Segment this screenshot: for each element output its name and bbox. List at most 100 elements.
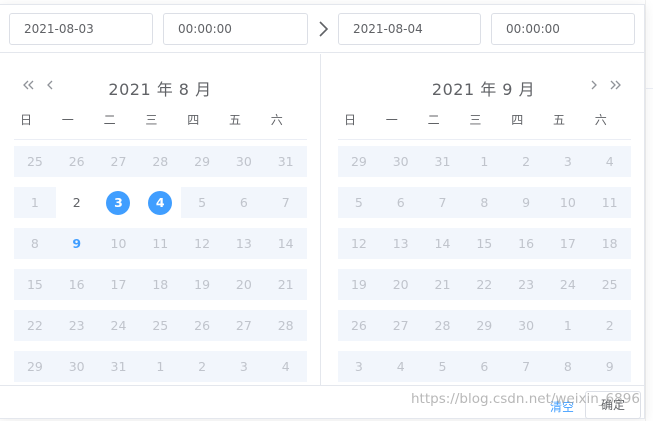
date-cell: 15	[476, 236, 493, 251]
date-cell: 4	[281, 359, 290, 374]
weekday-label: 五	[552, 113, 565, 127]
date-cell: 8	[563, 359, 572, 374]
date-cell: 23	[68, 318, 85, 333]
date-cell: 25	[26, 154, 43, 169]
date-cell: 5	[438, 359, 447, 374]
date-cell[interactable]: 9	[56, 228, 98, 259]
weekday-label: 四	[187, 113, 200, 127]
date-cell: 25	[601, 277, 618, 292]
date-cell: 14	[434, 236, 451, 251]
date-cell: 3	[354, 359, 363, 374]
start-time-input[interactable]: 00:00:00	[163, 13, 308, 45]
weekday-label: 二	[103, 113, 116, 127]
week-row: 5 6 7 8 9 10 11	[338, 187, 631, 218]
date-cell: 4	[605, 154, 614, 169]
clear-button[interactable]: 清空	[550, 398, 574, 415]
date-cell: 13	[235, 236, 252, 251]
date-cell: 31	[277, 154, 294, 169]
date-cell: 20	[392, 277, 409, 292]
date-cell: 30	[518, 318, 535, 333]
date-cell: 1	[156, 359, 165, 374]
date-grid-right: 29 30 31 1 2 3 4 5 6 7 8 9 10 11 12 13 14 15 16 17 18 19 20 21 2…	[338, 146, 631, 392]
month-title-left: 2021 年 8 月	[108, 80, 212, 99]
date-cell: 15	[26, 277, 43, 292]
weekday-label: 日	[20, 113, 33, 127]
date-cell: 6	[239, 195, 248, 210]
date-cell[interactable]: 2	[55, 187, 98, 218]
week-row: 19 20 21 22 23 24 25	[338, 269, 631, 300]
date-cell[interactable]: 3	[97, 187, 140, 218]
week-row: 22 23 24 25 26 27 28	[14, 310, 307, 341]
date-cell: 9	[605, 359, 614, 374]
date-cell: 29	[476, 318, 493, 333]
date-cell: 5	[198, 195, 207, 210]
range-inputs: 2021-08-03 00:00:00 2021-08-04 00:00:00	[0, 5, 645, 53]
date-cell: 14	[277, 236, 294, 251]
end-time-input[interactable]: 00:00:00	[491, 13, 635, 45]
date-cell: 11	[152, 236, 169, 251]
week-row: 8 9 10 11 12 13 14	[14, 228, 307, 259]
date-cell: 27	[392, 318, 409, 333]
background-divider	[645, 0, 646, 421]
week-row: 29 30 31 1 2 3 4	[14, 351, 307, 382]
date-cell: 19	[194, 277, 211, 292]
date-cell: 30	[392, 154, 409, 169]
weekday-label: 六	[270, 113, 283, 127]
date-cell: 29	[194, 154, 211, 169]
date-cell: 17	[110, 277, 127, 292]
date-cell: 25	[152, 318, 169, 333]
date-cell: 28	[277, 318, 294, 333]
date-cell: 26	[350, 318, 367, 333]
background-divider	[645, 88, 653, 89]
date-cell: 24	[110, 318, 127, 333]
week-row: 29 30 31 1 2 3 4	[338, 146, 631, 177]
week-row: 25 26 27 28 29 30 31	[14, 146, 307, 177]
next-year-icon[interactable]	[608, 76, 624, 94]
week-row: 26 27 28 29 30 1 2	[338, 310, 631, 341]
date-cell: 21	[277, 277, 294, 292]
date-cell: 3	[563, 154, 572, 169]
date-cell: 21	[434, 277, 451, 292]
date-cell[interactable]: 4	[139, 187, 182, 218]
date-cell: 2	[605, 318, 614, 333]
date-cell: 7	[438, 195, 447, 210]
date-cell: 1	[563, 318, 572, 333]
weekday-label: 六	[594, 113, 607, 127]
date-cell: 28	[152, 154, 169, 169]
date-cell: 29	[350, 154, 367, 169]
date-cell: 26	[194, 318, 211, 333]
date-cell: 29	[26, 359, 43, 374]
start-date-input[interactable]: 2021-08-03	[9, 13, 153, 45]
date-cell: 7	[522, 359, 531, 374]
next-month-icon[interactable]	[586, 76, 602, 94]
date-cell: 26	[68, 154, 85, 169]
date-cell: 5	[354, 195, 363, 210]
calendar-panel-right: 2021 年 9 月 日一二三四五六 29 30 31 1 2 3 4 5 6 7 8 9 10 11 12…	[322, 54, 645, 385]
picker-footer: 清空 确定	[0, 385, 645, 420]
weekday-label: 四	[511, 113, 524, 127]
date-grid-left: 25 26 27 28 29 30 31 1 2 3 4 5 6 7 8 9 10 11 12 13 14 15 16 17 1…	[14, 146, 307, 392]
weekday-label: 三	[145, 113, 158, 127]
date-cell: 10	[559, 195, 576, 210]
week-row: 1 234 5 6 7	[14, 187, 307, 218]
week-row: 12 13 14 15 16 17 18	[338, 228, 631, 259]
date-cell: 12	[194, 236, 211, 251]
date-cell: 6	[396, 195, 405, 210]
date-cell: 18	[152, 277, 169, 292]
weekday-header-right: 日一二三四五六	[338, 112, 631, 140]
weekday-label: 二	[427, 113, 440, 127]
weekday-label: 五	[228, 113, 241, 127]
date-cell: 7	[281, 195, 290, 210]
weekday-label: 三	[469, 113, 482, 127]
date-cell: 30	[68, 359, 85, 374]
end-date-input[interactable]: 2021-08-04	[338, 13, 481, 45]
weekday-header-left: 日一二三四五六	[14, 112, 307, 140]
date-cell: 13	[392, 236, 409, 251]
date-cell: 9	[522, 195, 531, 210]
date-cell: 31	[110, 359, 127, 374]
date-cell: 2	[198, 359, 207, 374]
date-range-picker: 2021-08-03 00:00:00 2021-08-04 00:00:00 …	[0, 4, 645, 419]
confirm-button[interactable]: 确定	[585, 391, 641, 419]
date-cell: 31	[434, 154, 451, 169]
date-cell: 1	[480, 154, 489, 169]
